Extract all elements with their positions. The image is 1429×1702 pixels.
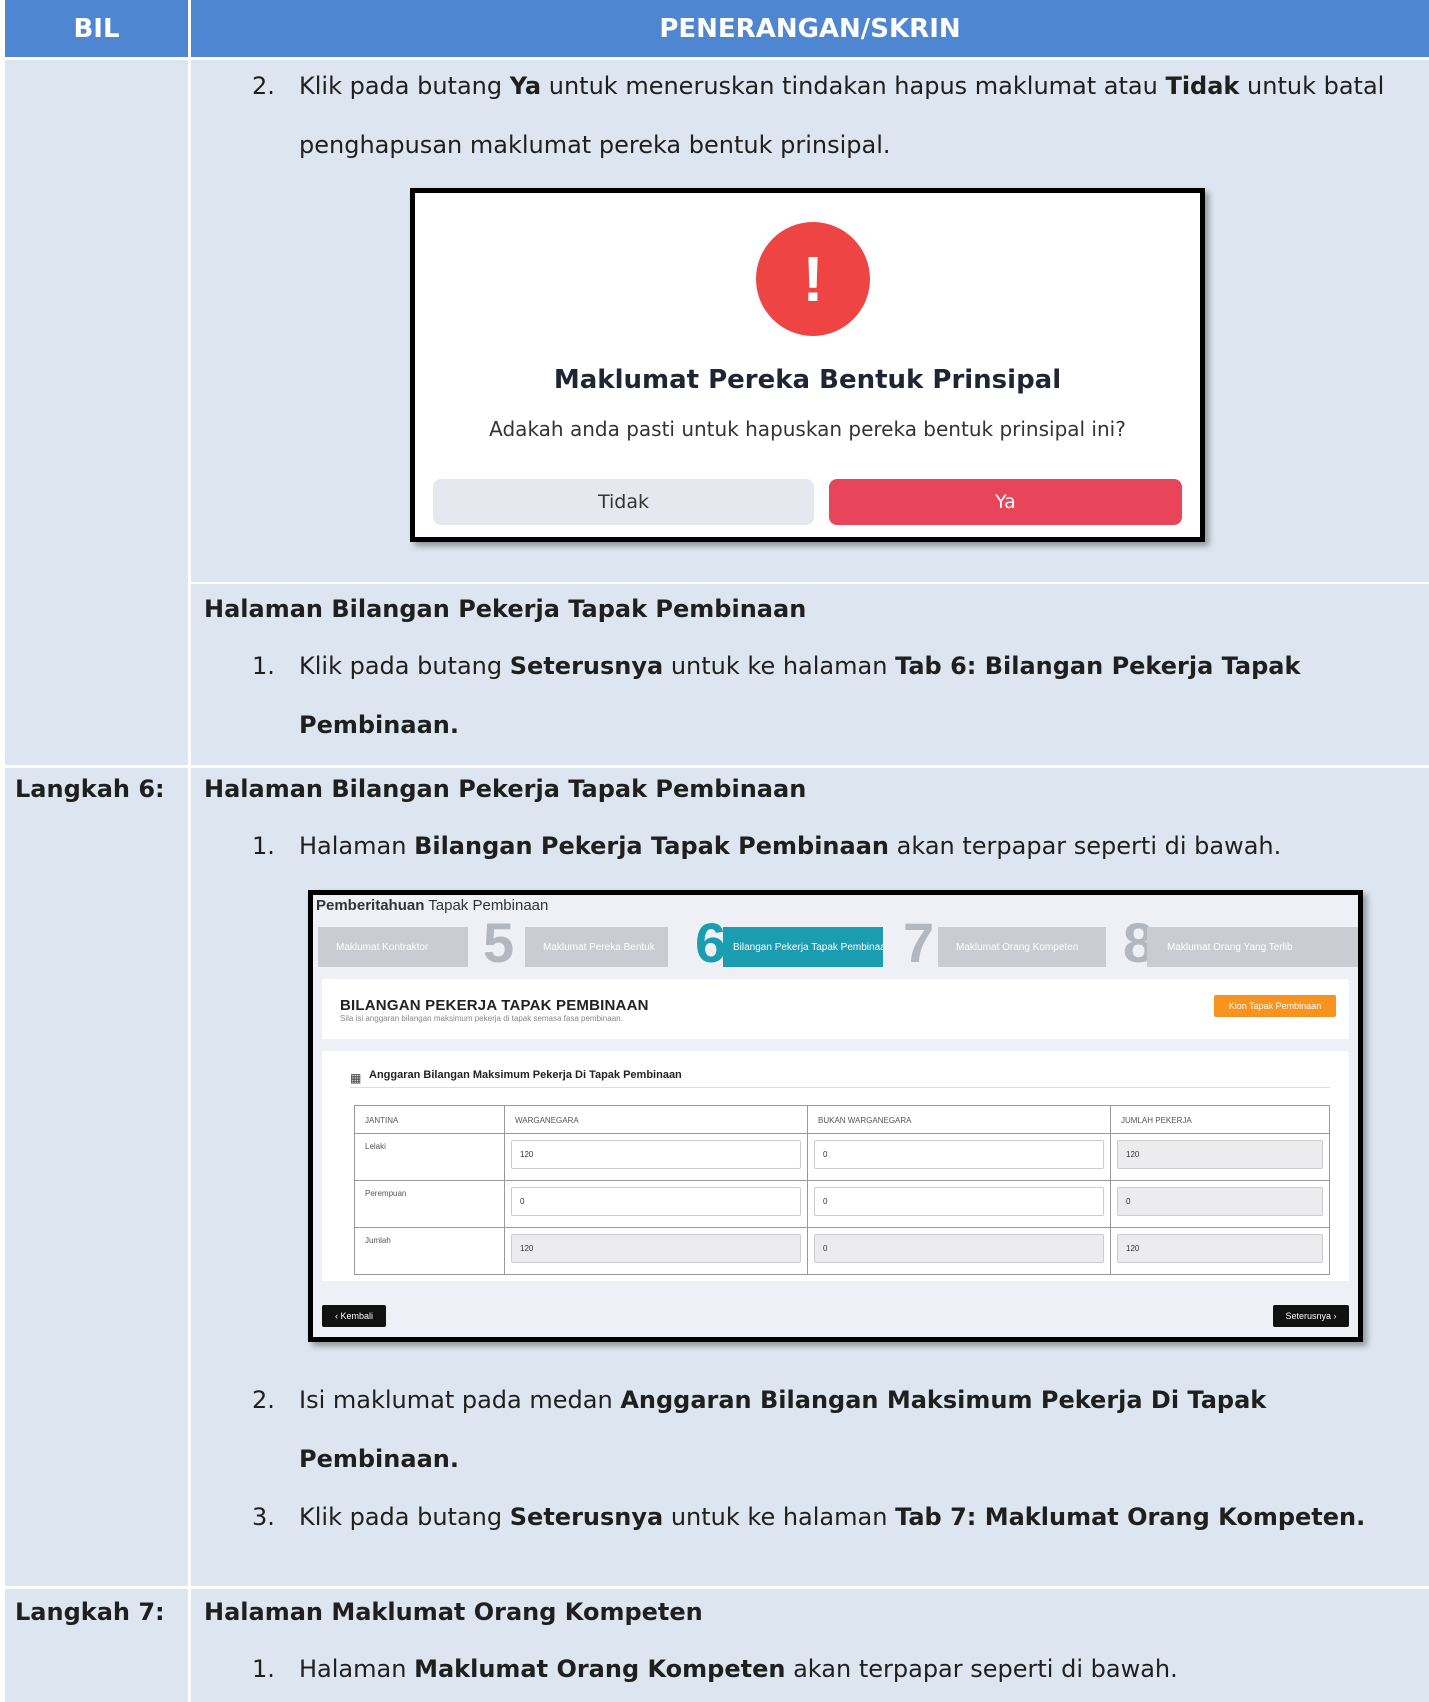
tab-bilangan-pekerja[interactable]: Bilangan Pekerja Tapak Pembinaan <box>723 927 883 967</box>
step-tabs: Maklumat Kontraktor 5 Maklumat Pereka Be… <box>313 915 1358 971</box>
jumlah-warganegara-field: 120 <box>511 1234 801 1263</box>
step-6-label: Langkah 6: <box>15 775 165 803</box>
row1-divider <box>191 582 1429 584</box>
pekerja-table: JANTINA WARGANEGARA BUKAN WARGANEGARA JU… <box>354 1105 1330 1275</box>
row1-item1-line2: Pembinaan. <box>299 711 459 739</box>
section-subtitle: Sila isi anggaran bilangan maksimum peke… <box>340 1014 623 1023</box>
row-label: Lelaki <box>354 1133 505 1181</box>
lelaki-jumlah-field: 120 <box>1117 1140 1323 1169</box>
row1-item2-text: Klik pada butang Ya untuk meneruskan tin… <box>299 72 1385 100</box>
klon-tapak-button[interactable]: Klon Tapak Pembinaan <box>1214 995 1336 1017</box>
ya-keyword: Ya <box>509 72 542 100</box>
jumlah-bukan-warganegara-field: 0 <box>814 1234 1104 1263</box>
table-row: Perempuan 0 0 0 <box>354 1180 1330 1228</box>
row2-item3-text: Klik pada butang Seterusnya untuk ke hal… <box>299 1503 1366 1531</box>
col-bukan-warganegara: BUKAN WARGANEGARA <box>807 1105 1111 1134</box>
row1-section-heading: Halaman Bilangan Pekerja Tapak Pembinaan <box>204 595 807 623</box>
anggaran-card: ▦ Anggaran Bilangan Maksimum Pekerja Di … <box>322 1051 1349 1281</box>
row-label: Jumlah <box>354 1227 505 1275</box>
tidak-keyword: Tidak <box>1165 72 1240 100</box>
lelaki-bukan-warganegara-input[interactable]: 0 <box>814 1140 1104 1169</box>
row3-item1-number: 1. <box>252 1655 275 1683</box>
row3-item1-text: Halaman Maklumat Orang Kompeten akan ter… <box>299 1655 1178 1683</box>
tab-number-5: 5 <box>483 911 515 974</box>
section-title: BILANGAN PEKERJA TAPAK PEMBINAAN <box>340 997 649 1014</box>
tidak-button[interactable]: Tidak <box>433 479 814 525</box>
row2-item2-number: 2. <box>252 1386 275 1414</box>
perempuan-bukan-warganegara-input[interactable]: 0 <box>814 1187 1104 1216</box>
dialog-title: Maklumat Pereka Bentuk Prinsipal <box>553 365 1062 395</box>
tab-maklumat-orang-kompeten[interactable]: Maklumat Orang Kompeten <box>938 927 1106 967</box>
perempuan-warganegara-input[interactable]: 0 <box>511 1187 801 1216</box>
row2-item3-number: 3. <box>252 1503 275 1531</box>
row-label: Perempuan <box>354 1180 505 1228</box>
lelaki-warganegara-input[interactable]: 120 <box>511 1140 801 1169</box>
tab-maklumat-kontraktor[interactable]: Maklumat Kontraktor <box>318 927 468 967</box>
delete-confirm-dialog: ! Maklumat Pereka Bentuk Prinsipal Adaka… <box>410 188 1205 542</box>
row3-heading: Halaman Maklumat Orang Kompeten <box>204 1598 703 1626</box>
row2-heading: Halaman Bilangan Pekerja Tapak Pembinaan <box>204 775 807 803</box>
perempuan-jumlah-field: 0 <box>1117 1187 1323 1216</box>
tab-number-6: 6 <box>695 911 727 974</box>
row1-bil-cell <box>5 60 188 765</box>
row2-bil-cell <box>5 768 188 1586</box>
col-jumlah-pekerja: JUMLAH PEKERJA <box>1110 1105 1330 1134</box>
step-7-label: Langkah 7: <box>15 1598 165 1626</box>
anggaran-title: Anggaran Bilangan Maksimum Pekerja Di Ta… <box>369 1069 682 1081</box>
tab-maklumat-orang-terlibat[interactable]: Maklumat Orang Yang Terlib <box>1147 927 1358 967</box>
header-penerangan: PENERANGAN/SKRIN <box>191 0 1429 57</box>
row2-item2-line2: Pembinaan. <box>299 1445 459 1473</box>
col-warganegara: WARGANEGARA <box>504 1105 808 1134</box>
jumlah-keseluruhan-field: 120 <box>1117 1234 1323 1263</box>
table-header-row: JANTINA WARGANEGARA BUKAN WARGANEGARA JU… <box>354 1105 1330 1134</box>
dialog-message: Adakah anda pasti untuk hapuskan pereka … <box>489 417 1126 441</box>
ya-button[interactable]: Ya <box>829 479 1182 525</box>
kembali-button[interactable]: ‹ Kembali <box>322 1305 386 1327</box>
row2-item1-number: 1. <box>252 832 275 860</box>
col-jantina: JANTINA <box>354 1105 505 1134</box>
seterusnya-button[interactable]: Seterusnya › <box>1273 1305 1349 1327</box>
tab-maklumat-pereka-bentuk[interactable]: Maklumat Pereka Bentuk <box>525 927 668 967</box>
grid-icon: ▦ <box>350 1071 362 1085</box>
row2-item2-text: Isi maklumat pada medan Anggaran Bilanga… <box>299 1386 1267 1414</box>
anggaran-divider <box>350 1087 1330 1088</box>
bilangan-pekerja-screenshot: Pemberitahuan Tapak Pembinaan Maklumat K… <box>308 890 1363 1342</box>
row1-item1-number: 1. <box>252 652 275 680</box>
document-page: BIL PENERANGAN/SKRIN 2. Klik pada butang… <box>0 0 1429 1702</box>
section-header-card: BILANGAN PEKERJA TAPAK PEMBINAAN Sila is… <box>322 979 1349 1039</box>
header-bil: BIL <box>5 0 188 57</box>
row1-item2-number: 2. <box>252 72 275 100</box>
row2-item1-text: Halaman Bilangan Pekerja Tapak Pembinaan… <box>299 832 1282 860</box>
table-row: Jumlah 120 0 120 <box>354 1227 1330 1275</box>
warning-icon: ! <box>756 222 870 336</box>
table-row: Lelaki 120 0 120 <box>354 1133 1330 1181</box>
row1-item1-text: Klik pada butang Seterusnya untuk ke hal… <box>299 652 1301 680</box>
row1-item2-line2: penghapusan maklumat pereka bentuk prins… <box>299 131 891 159</box>
tab-number-7: 7 <box>903 911 935 974</box>
